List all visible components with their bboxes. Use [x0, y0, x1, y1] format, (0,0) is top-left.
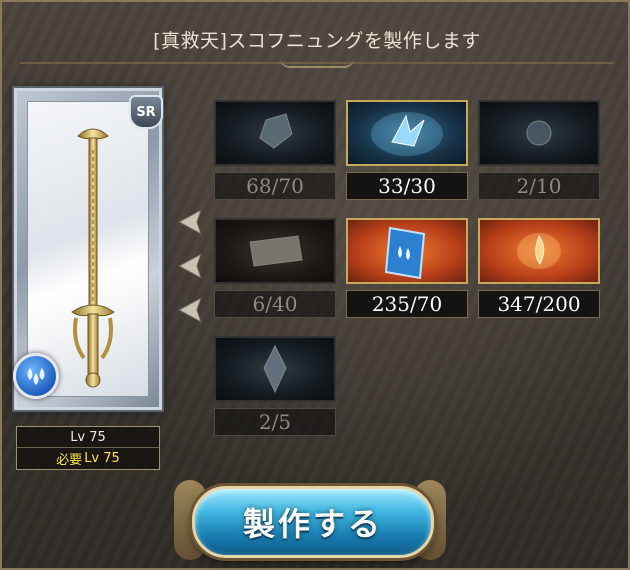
- arrow-left-icon: [174, 294, 206, 326]
- glowing-crystal-shard-icon: [346, 100, 468, 166]
- material-slot[interactable]: 347/200: [478, 218, 600, 318]
- material-count: 33/30: [346, 172, 468, 200]
- title-bar: [真救天]スコフニュングを製作します: [20, 16, 614, 68]
- material-count: 347/200: [478, 290, 600, 318]
- water-element-icon: [13, 353, 59, 399]
- blue-orb-icon: [478, 100, 600, 166]
- material-count: 2/5: [214, 408, 336, 436]
- crafting-panel: [真救天]スコフニュングを製作します SR Lv 75 必要 Lv 75 68/…: [0, 0, 630, 570]
- scroll-icon: [214, 218, 336, 284]
- weapon-card[interactable]: SR: [13, 88, 163, 410]
- orange-flame-icon: [478, 218, 600, 284]
- blue-tome-icon: [346, 218, 468, 284]
- rarity-badge: SR: [129, 95, 163, 129]
- arrow-left-icon: [174, 206, 206, 238]
- required-level-value: Lv 75: [84, 450, 120, 466]
- material-slot[interactable]: 235/70: [346, 218, 468, 318]
- required-level-label: 必要: [56, 452, 83, 468]
- weapon-art: [27, 101, 149, 397]
- material-count: 235/70: [346, 290, 468, 318]
- material-slot[interactable]: 68/70: [214, 100, 336, 200]
- sword-icon: [71, 128, 115, 388]
- arrow-left-icon: [174, 250, 206, 282]
- craft-button[interactable]: 製作する: [192, 486, 434, 558]
- material-slot[interactable]: 6/40: [214, 218, 336, 318]
- blue-gem-icon: [214, 336, 336, 402]
- craft-button-frame: 製作する: [174, 472, 446, 568]
- material-count: 68/70: [214, 172, 336, 200]
- material-count: 6/40: [214, 290, 336, 318]
- page-title: [真救天]スコフニュングを製作します: [153, 29, 481, 52]
- current-level: Lv 75: [70, 429, 106, 445]
- level-info: Lv 75 必要 Lv 75: [16, 426, 160, 470]
- required-level-row: 必要 Lv 75: [17, 447, 159, 468]
- material-slot[interactable]: 2/5: [214, 336, 336, 436]
- material-slot[interactable]: 33/30: [346, 100, 468, 200]
- material-slot[interactable]: 2/10: [478, 100, 600, 200]
- blue-crystal-icon: [214, 100, 336, 166]
- material-count: 2/10: [478, 172, 600, 200]
